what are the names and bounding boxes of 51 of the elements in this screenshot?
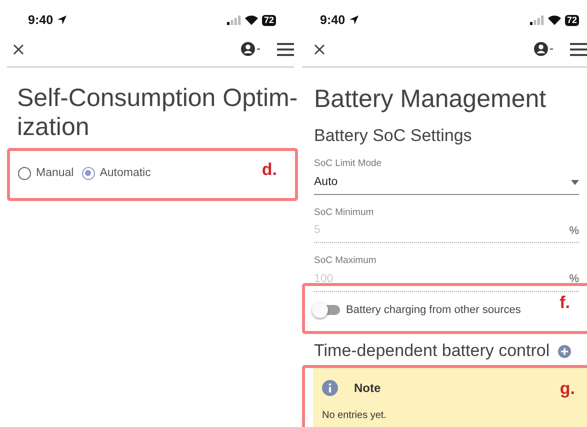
radio-label: Automatic xyxy=(100,166,151,181)
page-title: Battery Management xyxy=(314,85,548,114)
field-label: SoC Limit Mode xyxy=(314,157,383,172)
note-title: Note xyxy=(354,380,381,398)
annotation-label: f. xyxy=(560,292,570,314)
plus-icon xyxy=(558,344,571,358)
user-icon xyxy=(241,42,261,56)
field-label: SoC Maximum xyxy=(314,254,378,268)
status-time: 9:40 xyxy=(28,12,54,29)
caret-icon xyxy=(571,180,579,185)
location-arrow-icon xyxy=(349,15,360,25)
unit-label: % xyxy=(569,272,579,288)
toggle-switch[interactable]: Battery charging from other sources xyxy=(305,286,521,330)
menu-button[interactable] xyxy=(570,42,587,56)
unit-label: % xyxy=(569,224,579,239)
toggle-label: Battery charging from other sources xyxy=(346,302,521,318)
radio-option[interactable]: Manual xyxy=(18,165,74,182)
annotation-label: d. xyxy=(262,159,277,181)
menu-icon xyxy=(277,42,294,56)
add-button[interactable] xyxy=(558,344,571,358)
page-title: Self-Consumption Optim- ization xyxy=(17,84,298,142)
location-arrow-icon xyxy=(57,15,68,25)
menu-icon xyxy=(570,42,587,56)
toggle-track[interactable] xyxy=(314,305,340,316)
select-value: Auto xyxy=(314,174,338,190)
radio-option[interactable]: Automatic xyxy=(82,165,151,182)
wifi-icon xyxy=(244,15,258,25)
menu-button[interactable] xyxy=(277,42,294,56)
annotation-label: g. xyxy=(560,378,575,400)
signal-icon xyxy=(226,15,241,25)
battery-level: 72 xyxy=(564,14,579,26)
close-button[interactable] xyxy=(314,44,325,54)
close-button[interactable] xyxy=(13,44,24,54)
info-icon xyxy=(322,380,338,396)
field-label: SoC Minimum xyxy=(314,206,375,220)
note-text: No entries yet. xyxy=(322,409,388,424)
status-time: 9:40 xyxy=(320,12,346,29)
close-icon xyxy=(13,44,24,54)
radio-circle[interactable] xyxy=(18,167,31,180)
user-icon xyxy=(534,42,554,56)
close-icon xyxy=(314,44,325,54)
wifi-icon xyxy=(548,15,561,25)
signal-icon xyxy=(530,15,544,25)
battery-level: 72 xyxy=(262,14,276,26)
user-menu-button[interactable] xyxy=(534,42,554,56)
user-menu-button[interactable] xyxy=(241,42,261,56)
radio-label: Manual xyxy=(36,166,74,181)
section-heading: Time-dependent battery control xyxy=(314,340,550,362)
select-field[interactable]: Auto xyxy=(314,172,579,195)
radio-circle[interactable] xyxy=(82,167,95,180)
section-heading: Battery SoC Settings xyxy=(314,126,473,146)
